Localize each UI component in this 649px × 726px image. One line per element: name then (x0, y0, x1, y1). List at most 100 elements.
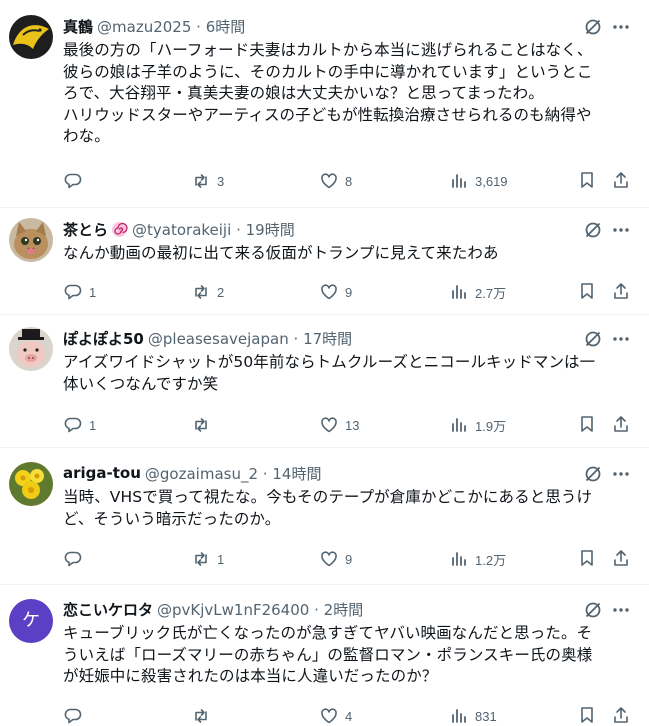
avatar[interactable] (9, 462, 53, 506)
more-icon[interactable] (611, 329, 631, 349)
post-header: 真鶴 @mazu2025 · 6時間 (63, 16, 245, 36)
avatar[interactable] (9, 218, 53, 262)
reply-icon (64, 417, 82, 433)
display-name[interactable]: ariga-tou (63, 464, 141, 482)
reply-count: 1 (89, 284, 97, 300)
separator: · (314, 600, 319, 619)
repost-icon (195, 174, 207, 188)
like-button[interactable]: 8 (319, 170, 352, 192)
post-text: アイズワイドシャットが50年前ならトムクルーズとニコールキッドマンは一 体いくつ… (63, 353, 596, 393)
action-bar: 1 9 1.2万 (0, 548, 649, 570)
like-icon (321, 708, 337, 724)
views-icon (452, 418, 466, 432)
avatar[interactable] (9, 15, 53, 59)
share-icon[interactable] (611, 705, 631, 725)
grok-icon[interactable] (583, 329, 603, 349)
post[interactable]: ぽよぽよ50 @pleasesavejapan · 17時間 アイズワイドシャッ… (0, 315, 649, 448)
display-name[interactable]: ぽよぽよ50 (63, 328, 144, 349)
grok-icon[interactable] (583, 17, 603, 37)
bookmark-icon[interactable] (577, 548, 597, 568)
action-bar: 1 2 9 2.7万 (0, 281, 649, 303)
avatar[interactable]: ケ (9, 599, 53, 643)
like-button[interactable]: 9 (319, 548, 352, 570)
views-count: 2.7万 (475, 285, 507, 301)
share-icon[interactable] (611, 548, 631, 568)
bookmark-icon[interactable] (577, 414, 597, 434)
handle[interactable]: @gozaimasu_2 (145, 465, 258, 483)
display-name[interactable]: 恋こいケロタ (63, 599, 153, 620)
post[interactable]: ariga-tou @gozaimasu_2 · 14時間 当時、VHSで買って… (0, 448, 649, 585)
grok-icon[interactable] (583, 600, 603, 620)
like-count: 9 (345, 551, 353, 567)
repost-button[interactable] (191, 705, 217, 726)
more-icon[interactable] (611, 17, 631, 37)
repost-icon (195, 285, 207, 299)
handle[interactable]: @mazu2025 (97, 18, 191, 36)
handle[interactable]: @pleasesavejapan (148, 330, 289, 348)
timestamp[interactable]: 17時間 (303, 330, 352, 348)
post[interactable]: 茶とら @tyatorakeiji · 19時間 なんか動画の最初に出て来る仮面… (0, 208, 649, 315)
post-header: 恋こいケロタ @pvKjvLw1nF26400 · 2時間 (63, 599, 363, 619)
swirl-emoji-icon (111, 221, 128, 238)
repost-count: 1 (217, 551, 225, 567)
repost-icon (195, 552, 207, 566)
handle[interactable]: @tyatorakeiji (132, 221, 231, 239)
timestamp[interactable]: 2時間 (324, 601, 364, 619)
views-button[interactable]: 831 (449, 705, 497, 726)
post-header: ariga-tou @gozaimasu_2 · 14時間 (63, 463, 321, 483)
views-count: 1.2万 (475, 552, 507, 568)
timestamp[interactable]: 14時間 (272, 465, 321, 483)
post-text: 最後の方の「ハーフォード夫妻はカルトから本当に逃げられることはなく、 彼らの娘は… (63, 41, 593, 145)
display-name[interactable]: 真鶴 (63, 16, 93, 37)
display-name[interactable]: 茶とら (63, 219, 108, 240)
post-header: ぽよぽよ50 @pleasesavejapan · 17時間 (63, 328, 352, 348)
post[interactable]: 真鶴 @mazu2025 · 6時間 最後の方の「ハーフォード夫妻はカルトから本… (0, 0, 649, 208)
repost-button[interactable]: 2 (191, 281, 224, 303)
more-icon[interactable] (611, 464, 631, 484)
post-text: 当時、VHSで買って視たな。今もそのテープが倉庫かどこかにあると思うけ ど、そう… (63, 488, 593, 528)
timestamp[interactable]: 19時間 (246, 221, 295, 239)
views-button[interactable]: 1.2万 (449, 548, 506, 570)
share-icon[interactable] (611, 281, 631, 301)
reply-button[interactable]: 1 (63, 414, 96, 436)
separator: · (236, 220, 241, 239)
like-count: 13 (345, 417, 360, 433)
avatar[interactable] (9, 327, 53, 371)
like-button[interactable]: 9 (319, 281, 352, 303)
views-button[interactable]: 2.7万 (449, 281, 506, 303)
reply-button[interactable]: 1 (63, 281, 96, 303)
views-icon (452, 174, 466, 188)
grok-icon[interactable] (583, 464, 603, 484)
repost-count: 3 (217, 173, 225, 189)
more-icon[interactable] (611, 600, 631, 620)
like-count: 9 (345, 284, 353, 300)
share-icon[interactable] (611, 414, 631, 434)
like-count: 4 (345, 708, 353, 724)
like-button[interactable]: 4 (319, 705, 352, 726)
reply-button[interactable] (63, 548, 89, 570)
bookmark-icon[interactable] (577, 170, 597, 190)
views-count: 831 (475, 708, 497, 724)
repost-button[interactable]: 3 (191, 170, 224, 192)
share-icon[interactable] (611, 170, 631, 190)
post[interactable]: ケ 恋こいケロタ @pvKjvLw1nF26400 · 2時間 キューブリック氏… (0, 585, 649, 726)
views-button[interactable]: 1.9万 (449, 414, 506, 436)
repost-button[interactable]: 1 (191, 548, 224, 570)
repost-button[interactable] (191, 414, 217, 436)
like-icon (321, 173, 337, 189)
like-button[interactable]: 13 (319, 414, 359, 436)
grok-icon[interactable] (583, 220, 603, 240)
handle[interactable]: @pvKjvLw1nF26400 (157, 601, 309, 619)
views-button[interactable]: 3,619 (449, 170, 508, 192)
more-icon[interactable] (611, 220, 631, 240)
separator: · (196, 17, 201, 36)
bookmark-icon[interactable] (577, 281, 597, 301)
like-count: 8 (345, 173, 353, 189)
bookmark-icon[interactable] (577, 705, 597, 725)
views-count: 3,619 (475, 173, 508, 189)
action-bar: 3 8 3,619 (0, 170, 649, 192)
separator: · (262, 464, 268, 483)
reply-button[interactable] (63, 170, 89, 192)
timestamp[interactable]: 6時間 (206, 18, 246, 36)
reply-button[interactable] (63, 705, 89, 726)
